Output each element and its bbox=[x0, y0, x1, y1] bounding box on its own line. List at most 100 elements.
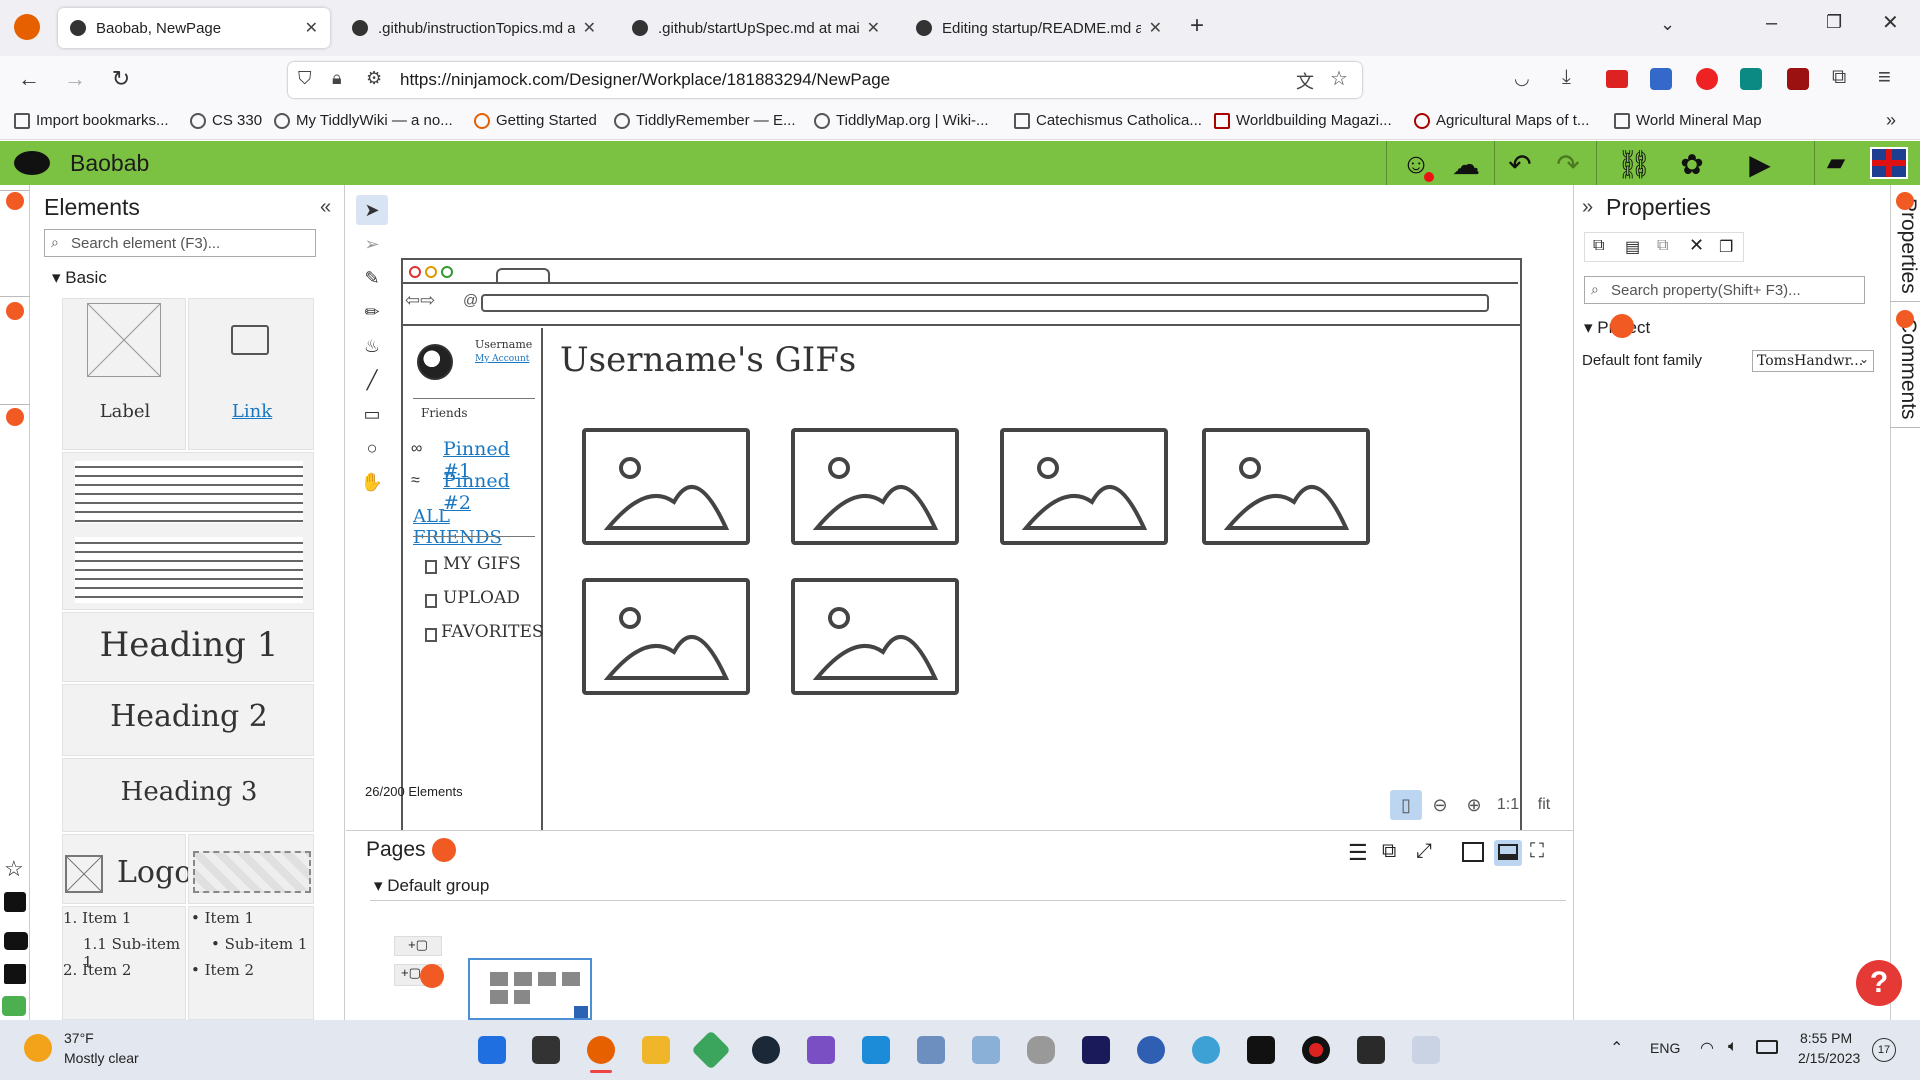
intellij-icon[interactable] bbox=[1082, 1036, 1110, 1064]
left-panel-layout-icon[interactable] bbox=[1462, 842, 1484, 862]
redo-icon[interactable]: ↷ bbox=[1550, 148, 1586, 181]
select-tool-icon[interactable]: ➤ bbox=[356, 195, 388, 225]
bookmark-getting-started[interactable]: Getting Started bbox=[474, 112, 597, 129]
ninja-logo-icon[interactable] bbox=[14, 151, 50, 175]
close-tab-icon[interactable]: ✕ bbox=[305, 18, 318, 38]
gif-thumbnail[interactable] bbox=[791, 428, 959, 545]
delete-icon[interactable]: ✕ bbox=[1689, 235, 1704, 256]
extension-s-icon[interactable] bbox=[1740, 68, 1762, 90]
extension-youtube-icon[interactable] bbox=[1696, 68, 1718, 90]
downloads-icon[interactable]: ⤓ bbox=[1562, 66, 1571, 89]
bookmark-agricultural-maps[interactable]: Agricultural Maps of t... bbox=[1414, 112, 1589, 129]
close-tab-icon[interactable]: ✕ bbox=[867, 18, 880, 38]
database-icon[interactable] bbox=[1027, 1036, 1055, 1064]
extension-lastpass-icon[interactable] bbox=[1606, 70, 1628, 88]
element-tile-link[interactable]: Link bbox=[188, 298, 314, 450]
bookmark-tiddlywiki[interactable]: My TiddlyWiki — a no... bbox=[274, 112, 453, 129]
property-search-input[interactable]: ⌕ Search property(Shift+ F3)... bbox=[1584, 276, 1865, 304]
rectangle-tool-icon[interactable]: ▭ bbox=[356, 399, 388, 429]
language-uk-flag-icon[interactable] bbox=[1870, 147, 1908, 179]
youtube-icon[interactable] bbox=[4, 932, 28, 950]
clock-date[interactable]: 2/15/2023 bbox=[1798, 1050, 1860, 1066]
language-indicator[interactable]: ENG bbox=[1650, 1040, 1680, 1056]
more-bookmarks-icon[interactable]: » bbox=[1886, 110, 1896, 131]
element-tile-heading2[interactable]: Heading 2 bbox=[62, 684, 314, 756]
hand-tool-icon[interactable]: ✋ bbox=[356, 467, 388, 497]
pocket-icon[interactable]: ◡ bbox=[1514, 68, 1530, 89]
cascade-view-icon[interactable]: ⧉ bbox=[1382, 840, 1396, 863]
expand-icon[interactable]: ⤢ bbox=[1416, 840, 1432, 863]
element-tile-ordered-list[interactable]: 1. Item 1 1.1 Sub-item 1 2. Item 2 bbox=[62, 906, 186, 1020]
permissions-icon[interactable]: ⚙ bbox=[366, 68, 382, 89]
restore-button[interactable]: ❐ bbox=[1826, 12, 1842, 33]
battery-icon[interactable] bbox=[1756, 1040, 1778, 1054]
record-icon[interactable] bbox=[1302, 1036, 1330, 1064]
element-tile-heading3[interactable]: Heading 3 bbox=[62, 758, 314, 832]
gif-thumbnail[interactable] bbox=[791, 578, 959, 695]
bookmark-worldbuilding[interactable]: Worldbuilding Magazi... bbox=[1214, 112, 1392, 129]
weather-desc[interactable]: Mostly clear bbox=[64, 1050, 139, 1066]
weather-temp[interactable]: 37°F bbox=[64, 1030, 94, 1046]
vscode-icon[interactable] bbox=[862, 1036, 890, 1064]
gif-thumbnail[interactable] bbox=[1000, 428, 1168, 545]
clone-icon[interactable]: ❐ bbox=[1719, 237, 1733, 257]
add-page-button[interactable]: +▢ bbox=[394, 936, 442, 956]
element-search-input[interactable]: ⌕ Search element (F3)... bbox=[44, 229, 316, 257]
start-icon[interactable] bbox=[478, 1036, 506, 1064]
line-tool-icon[interactable]: ╱ bbox=[356, 365, 388, 395]
image-icon[interactable] bbox=[4, 964, 26, 984]
check-icon[interactable] bbox=[2, 996, 26, 1016]
firefox-taskbar-icon[interactable] bbox=[587, 1036, 615, 1064]
chart-app-icon[interactable] bbox=[972, 1036, 1000, 1064]
list-view-icon[interactable]: ☰ bbox=[1348, 840, 1368, 866]
steam-icon[interactable] bbox=[752, 1036, 780, 1064]
file-explorer-icon[interactable] bbox=[642, 1036, 670, 1064]
volume-icon[interactable]: 🔈︎ bbox=[1728, 1038, 1738, 1056]
element-tile-bullet-list[interactable]: • Item 1 • Sub-item 1 • Item 2 bbox=[188, 906, 314, 1020]
undo-icon[interactable]: ↶ bbox=[1502, 148, 1538, 181]
bottom-panel-layout-icon[interactable] bbox=[1494, 840, 1522, 866]
copy-icon[interactable]: ⧉ bbox=[1593, 237, 1604, 255]
bookmark-cs330[interactable]: CS 330 bbox=[190, 112, 262, 129]
lock-icon[interactable]: 🔒︎ bbox=[332, 68, 342, 89]
bookmark-mineral-map[interactable]: World Mineral Map bbox=[1614, 112, 1762, 129]
list-tabs-icon[interactable]: ⌄ bbox=[1660, 14, 1675, 35]
device-frame-icon[interactable]: ▯ bbox=[1390, 790, 1422, 820]
fullscreen-icon[interactable]: ⛶ bbox=[1530, 840, 1544, 863]
window-icon[interactable] bbox=[1412, 1036, 1440, 1064]
link-icon[interactable]: ⛓ bbox=[1616, 148, 1652, 181]
extensions-icon[interactable]: ⧉ bbox=[1832, 66, 1846, 89]
folder-icon[interactable]: ▰ bbox=[1818, 148, 1854, 177]
menu-icon[interactable]: ≡ bbox=[1878, 64, 1891, 90]
paste-icon[interactable]: ▤ bbox=[1625, 237, 1640, 257]
expand-right-icon[interactable]: » bbox=[1582, 196, 1593, 219]
extension-translate-icon[interactable] bbox=[1650, 68, 1672, 90]
bookmark-tiddlymap[interactable]: TiddlyMap.org | Wiki-... bbox=[814, 112, 989, 129]
star-icon[interactable]: ☆ bbox=[4, 856, 24, 882]
play-icon[interactable]: ▶ bbox=[1742, 148, 1778, 181]
close-window-button[interactable]: ✕ bbox=[1882, 10, 1899, 35]
wifi-icon[interactable]: ◠ bbox=[1700, 1038, 1714, 1058]
collaborators-icon[interactable]: ✿ bbox=[1674, 148, 1710, 181]
element-tile-paragraph[interactable] bbox=[62, 452, 314, 610]
mu-editor-icon[interactable] bbox=[1192, 1036, 1220, 1064]
cloud-download-icon[interactable]: ☁ bbox=[1448, 148, 1484, 181]
terminal-icon[interactable] bbox=[1247, 1036, 1275, 1064]
page-group-default[interactable]: ▾ Default group bbox=[374, 876, 489, 896]
zoom-actual-button[interactable]: 1:1 bbox=[1492, 790, 1524, 820]
minimize-button[interactable]: – bbox=[1766, 12, 1777, 35]
direct-select-tool-icon[interactable]: ➢ bbox=[356, 229, 388, 259]
bookmark-star-icon[interactable]: ☆ bbox=[1330, 66, 1348, 91]
gif-thumbnail[interactable] bbox=[582, 428, 750, 545]
element-tile-label[interactable]: Label bbox=[62, 298, 186, 450]
app-icon[interactable] bbox=[917, 1036, 945, 1064]
shield-icon[interactable]: ⛉ bbox=[298, 68, 312, 89]
task-view-icon[interactable] bbox=[532, 1036, 560, 1064]
clock-time[interactable]: 8:55 PM bbox=[1800, 1030, 1852, 1046]
duplicate-icon[interactable]: ⧉ bbox=[1657, 237, 1668, 255]
weather-moon-icon[interactable] bbox=[24, 1034, 52, 1062]
pencil-tool-icon[interactable]: ✏ bbox=[356, 297, 388, 327]
zoom-in-icon[interactable]: ⊕ bbox=[1458, 790, 1490, 820]
ellipse-tool-icon[interactable]: ○ bbox=[356, 433, 388, 463]
page-thumbnail[interactable] bbox=[468, 958, 592, 1020]
